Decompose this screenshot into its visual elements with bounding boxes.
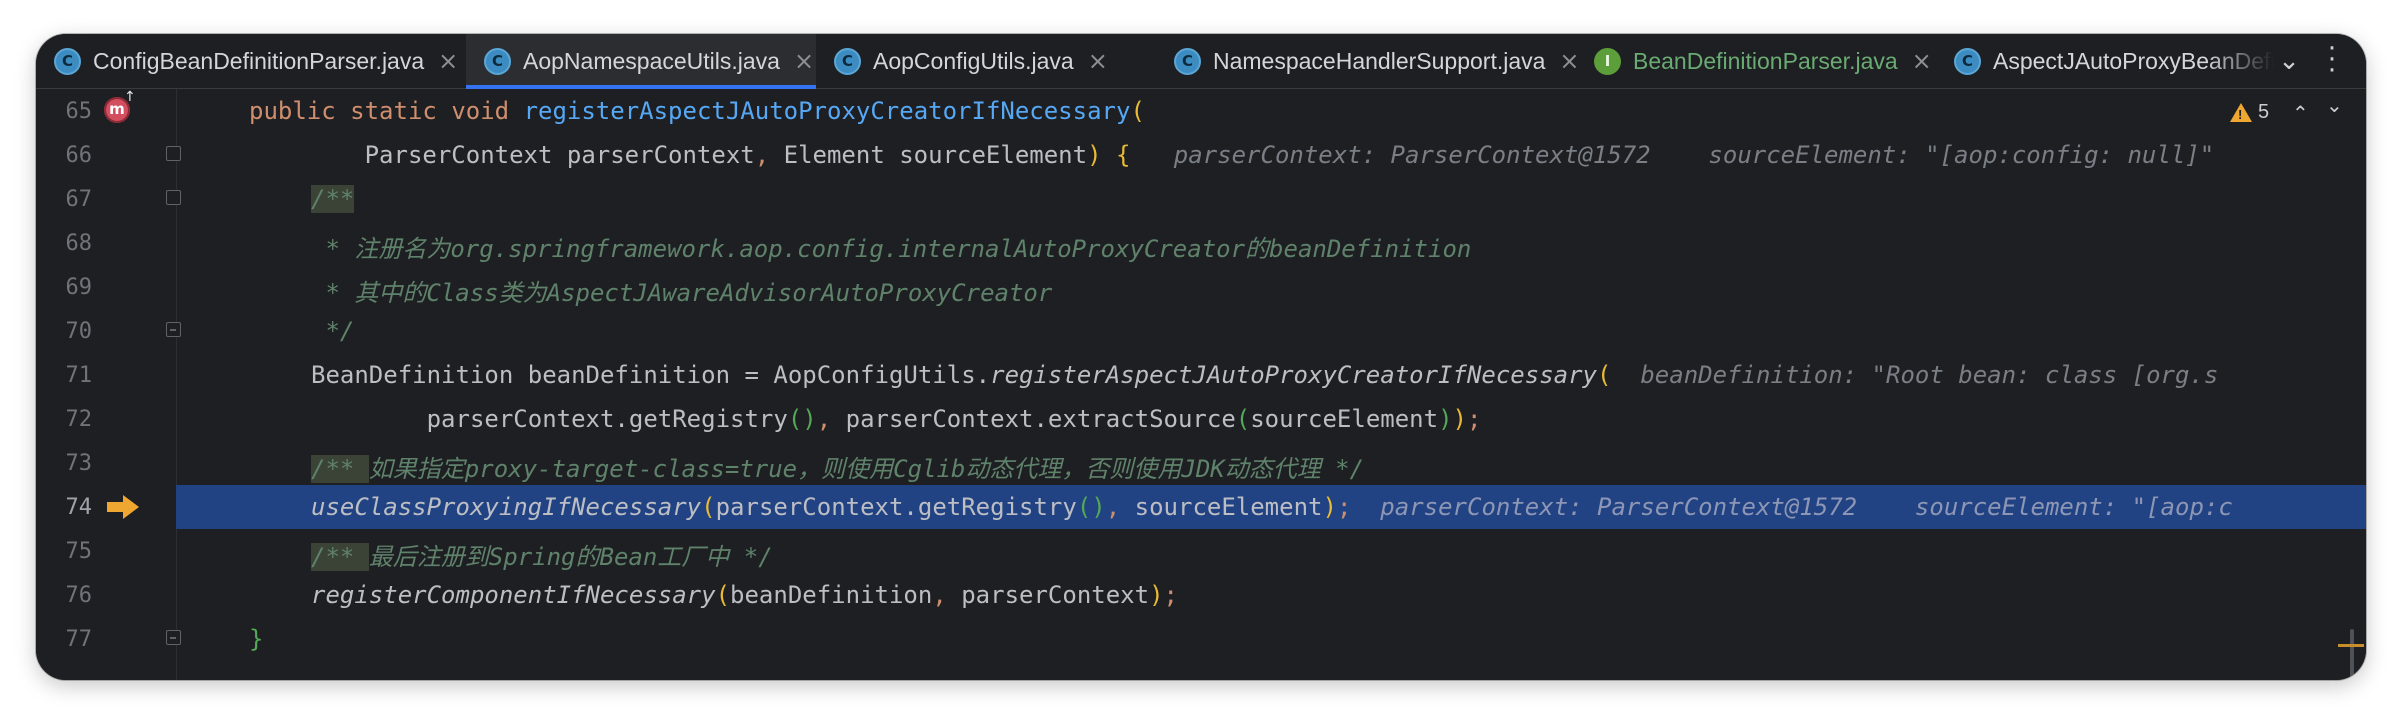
tab-label: AopNamespaceUtils.java [523,47,780,74]
scrollbar-warning-mark[interactable] [2338,644,2364,647]
line-number: 76 [65,583,93,608]
code-line[interactable]: 72 parserContext.getRegistry(), parserCo… [36,397,2366,441]
line-number: 72 [65,407,93,432]
code-line[interactable]: 69 * 其中的Class类为AspectJAwareAdvisorAutoPr… [36,265,2366,309]
fold-marker[interactable] [166,190,181,205]
tab-namespace-handler-support[interactable]: C NamespaceHandlerSupport.java × [1156,34,1580,88]
line-number: 75 [65,539,93,564]
line-number: 67 [65,187,93,212]
code-editor[interactable]: 65 m ↑ public static void registerAspect… [36,89,2366,680]
code-line[interactable]: 76 registerComponentIfNecessary(beanDefi… [36,573,2366,617]
line-number: 66 [65,143,93,168]
warning-icon: ! [2230,103,2252,122]
code-line[interactable]: 70 */ [36,309,2366,353]
code-line[interactable]: 77 } [36,617,2366,661]
chevron-down-icon[interactable]: ⌄ [2274,46,2304,76]
tab-label: NamespaceHandlerSupport.java [1213,47,1546,74]
code-text: * 注册名为org.springframework.aop.config.int… [311,235,1472,263]
code-text: /** 最后注册到Spring的Bean工厂中 */ [311,543,773,571]
fold-marker[interactable] [166,630,181,645]
line-number: 68 [65,231,93,256]
line-number: 65 [65,99,93,124]
execution-point-arrow-icon [107,495,139,519]
line-number: 69 [65,275,93,300]
fold-marker[interactable] [166,322,181,337]
warnings-indicator[interactable]: ! 5 [2230,101,2269,124]
inline-debug-value: parserContext: ParserContext@1572 source… [1173,141,2215,169]
code-text: registerComponentIfNecessary(beanDefinit… [311,581,1178,609]
previous-highlight-icon[interactable]: ⌃ [2292,101,2309,125]
code-line[interactable]: 71 BeanDefinition beanDefinition = AopCo… [36,353,2366,397]
java-class-icon: C [834,47,861,75]
line-number: 70 [65,319,93,344]
fold-marker[interactable] [166,146,181,161]
code-line[interactable]: 65 m ↑ public static void registerAspect… [36,89,2366,133]
code-text: } [249,625,264,653]
scrollbar-thumb[interactable] [2350,629,2354,680]
code-text: * 其中的Class类为AspectJAwareAdvisorAutoProxy… [311,279,1053,307]
ide-window: C ConfigBeanDefinitionParser.java × C Ao… [36,34,2366,680]
close-icon[interactable]: × [438,47,458,75]
arrow-up-icon: ↑ [124,89,136,105]
inline-debug-value: parserContext: ParserContext@1572 source… [1380,493,2233,521]
code-text: /** [311,185,355,213]
code-text: ParserContext parserContext, Element sou… [249,141,2215,169]
code-line[interactable]: 66 ParserContext parserContext, Element … [36,133,2366,177]
editor-tab-bar: C ConfigBeanDefinitionParser.java × C Ao… [36,34,2366,89]
close-icon[interactable]: × [794,47,814,75]
tab-label: AopConfigUtils.java [873,47,1074,74]
code-text: parserContext.getRegistry(), parserConte… [311,405,1482,433]
line-number: 73 [65,451,93,476]
current-execution-line[interactable]: 74 useClassProxyingIfNecessary(parserCon… [36,485,2366,529]
tab-config-bean-definition-parser[interactable]: C ConfigBeanDefinitionParser.java × [36,34,466,88]
tab-label: ConfigBeanDefinitionParser.java [93,47,425,74]
java-class-icon: C [54,47,81,75]
line-number: 74 [65,495,93,520]
java-class-icon: C [1954,47,1981,75]
close-icon[interactable]: × [1088,47,1108,75]
java-class-icon: C [1174,47,1201,75]
java-interface-icon: I [1594,47,1621,75]
code-line[interactable]: 68 * 注册名为org.springframework.aop.config.… [36,221,2366,265]
tab-label: BeanDefinitionParser.java [1633,47,1898,74]
next-highlight-icon[interactable]: ⌄ [2326,93,2343,117]
tab-bean-definition-parser[interactable]: I BeanDefinitionParser.java × [1576,34,1936,88]
code-text: */ [311,317,355,345]
close-icon[interactable]: × [1912,47,1932,75]
warning-count: 5 [2258,101,2270,123]
line-number: 71 [65,363,93,388]
code-line[interactable]: 73 /** 如果指定proxy-target-class=true，则使用Cg… [36,441,2366,485]
tab-aop-config-utils[interactable]: C AopConfigUtils.java × [816,34,1156,88]
code-text: useClassProxyingIfNecessary(parserContex… [311,493,2233,521]
inline-debug-value: beanDefinition: "Root bean: class [org.s [1640,361,2219,389]
code-line[interactable]: 67 /** [36,177,2366,221]
code-line[interactable]: 75 /** 最后注册到Spring的Bean工厂中 */ [36,529,2366,573]
line-number: 77 [65,627,93,652]
more-vertical-icon[interactable]: · · · [2326,36,2338,84]
java-class-icon: C [484,47,511,75]
code-text: /** 如果指定proxy-target-class=true，则使用Cglib… [311,455,1365,483]
tab-aop-namespace-utils[interactable]: C AopNamespaceUtils.java × [466,34,816,89]
code-text: BeanDefinition beanDefinition = AopConfi… [311,361,2219,389]
code-text: public static void registerAspectJAutoPr… [249,97,1145,125]
